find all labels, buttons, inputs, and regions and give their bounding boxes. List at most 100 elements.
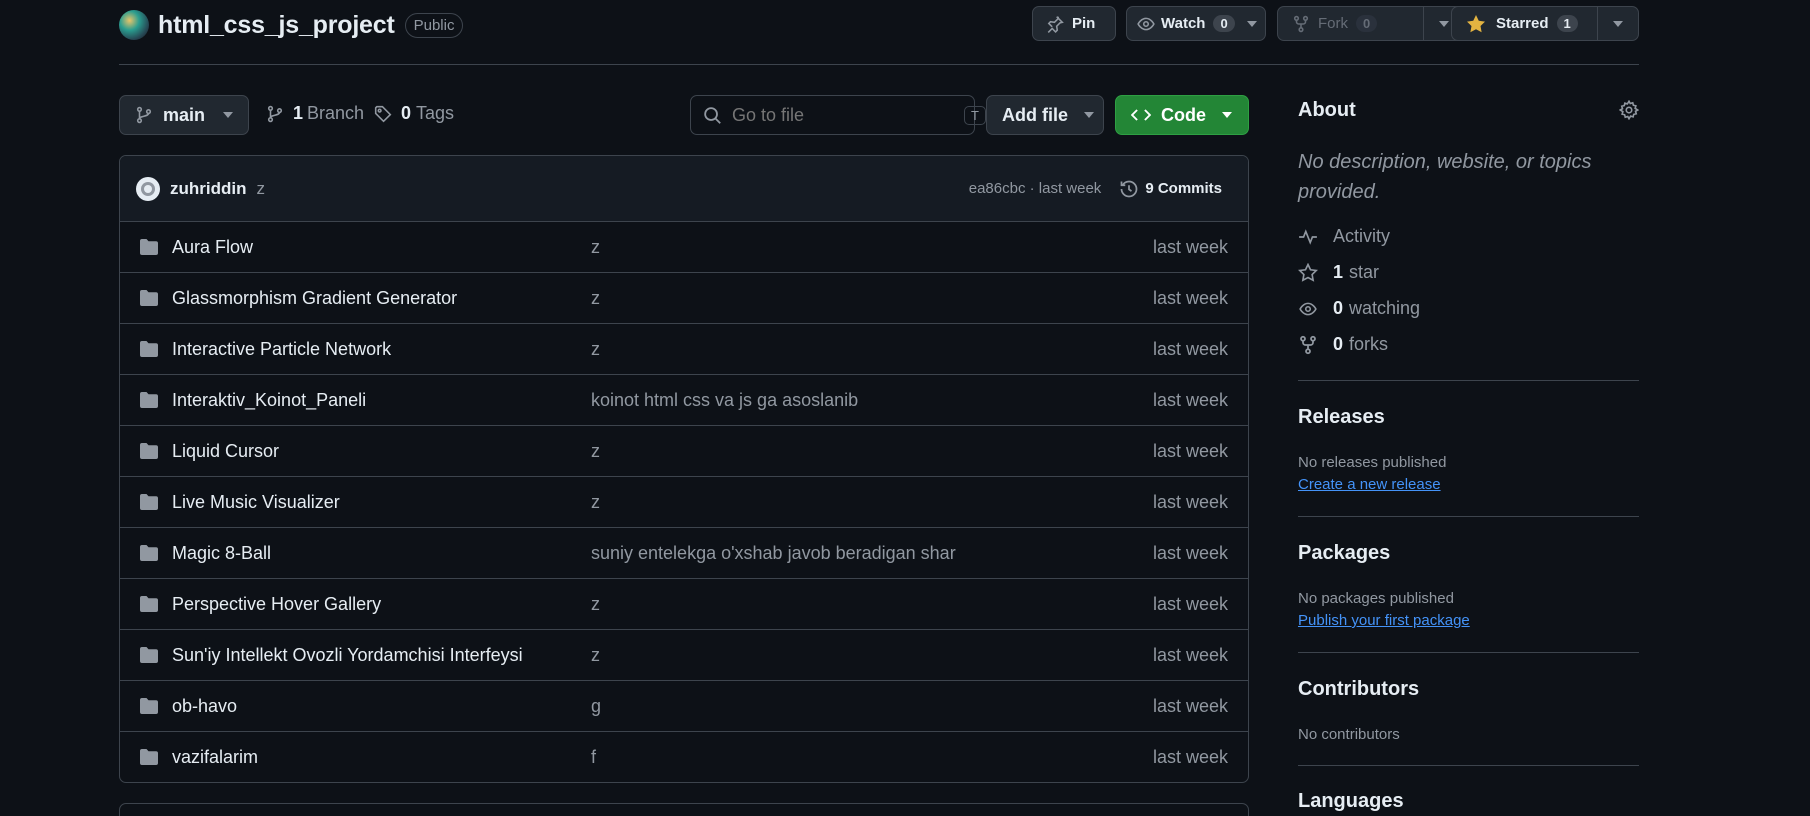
file-name[interactable]: ob-havo <box>172 696 237 717</box>
chevron-down-icon <box>1439 20 1449 27</box>
star-icon <box>1298 262 1318 283</box>
file-commit-message[interactable]: z <box>591 237 600 258</box>
activity-link[interactable]: Activity <box>1298 226 1390 247</box>
create-release-link[interactable]: Create a new release <box>1298 476 1441 493</box>
fork-icon <box>1292 15 1310 33</box>
add-file-button[interactable]: Add file <box>986 95 1104 135</box>
publish-package-link[interactable]: Publish your first package <box>1298 612 1470 629</box>
chevron-down-icon <box>223 112 234 118</box>
branch-label: Branch <box>307 103 365 123</box>
star-dropdown[interactable] <box>1598 7 1638 40</box>
folder-icon <box>139 748 159 766</box>
owner-avatar[interactable] <box>119 10 149 40</box>
branches-link[interactable]: 1 Branch <box>266 103 364 124</box>
file-row[interactable]: Glassmorphism Gradient Generator z last we… <box>120 273 1248 324</box>
commit-meta[interactable]: ea86cbc · last week <box>969 180 1102 197</box>
author-avatar[interactable] <box>136 176 160 201</box>
fork-label[interactable]: Fork <box>1318 15 1348 32</box>
file-commit-message[interactable]: g <box>591 696 601 717</box>
commit-author[interactable]: zuhriddin <box>170 179 246 199</box>
branch-icon <box>266 105 284 123</box>
code-button[interactable]: Code <box>1115 95 1249 135</box>
file-name[interactable]: Interaktiv_Koinot_Paneli <box>172 390 366 411</box>
packages-heading[interactable]: Packages <box>1298 542 1390 565</box>
file-timestamp: last week <box>1152 695 1228 716</box>
tag-count: 0 <box>401 103 412 123</box>
forks-link[interactable]: 0 forks <box>1298 334 1388 355</box>
watching-link[interactable]: 0 watching <box>1298 298 1420 319</box>
file-commit-message[interactable]: z <box>591 492 600 513</box>
file-timestamp: last week <box>1152 542 1228 563</box>
file-row[interactable]: Liquid Cursor z last week <box>120 426 1248 477</box>
file-commit-message[interactable]: f <box>591 747 596 768</box>
file-name[interactable]: Aura Flow <box>172 237 253 258</box>
branch-select[interactable]: main <box>119 95 249 135</box>
search-input[interactable] <box>732 104 964 126</box>
pin-button[interactable]: Pin <box>1032 6 1116 41</box>
file-timestamp: last week <box>1152 747 1228 767</box>
file-row[interactable]: Interactive Particle Network z last week <box>120 324 1248 375</box>
file-name[interactable]: vazifalarim <box>172 747 258 768</box>
star-count: 1 <box>1556 15 1578 32</box>
activity-label: Activity <box>1333 226 1391 246</box>
file-name[interactable]: Perspective Hover Gallery <box>172 594 381 615</box>
file-list: Aura Flow z last week Glassmorphism Gradien… <box>120 222 1248 782</box>
commit-message[interactable]: z <box>256 179 265 199</box>
file-row[interactable]: Interaktiv_Koinot_Paneli koinot html css … <box>120 375 1248 426</box>
contributors-empty: No contributors <box>1298 726 1400 743</box>
fork-count: 0 <box>1356 15 1378 32</box>
file-name[interactable]: Liquid Cursor <box>172 441 279 462</box>
file-commit-message[interactable]: z <box>591 441 600 462</box>
repo-header: html_css_js_project Public <box>119 8 464 42</box>
releases-heading[interactable]: Releases <box>1298 406 1385 429</box>
folder-icon <box>139 697 159 715</box>
file-name[interactable]: Magic 8-Ball <box>172 543 271 564</box>
commits-link[interactable]: 9 Commits <box>1145 180 1222 197</box>
branch-count: 1 <box>293 103 304 123</box>
stars-link[interactable]: 1 star <box>1298 262 1379 283</box>
file-name[interactable]: Interactive Particle Network <box>172 339 391 360</box>
gear-icon[interactable] <box>1619 100 1639 120</box>
file-timestamp: last week <box>1152 338 1228 359</box>
file-row[interactable]: vazifalarim f last week <box>120 732 1248 782</box>
file-row[interactable]: Perspective Hover Gallery z last week <box>120 579 1248 630</box>
star-button-group: Starred 1 <box>1451 6 1639 41</box>
chevron-down-icon[interactable] <box>1246 20 1257 27</box>
starred-label[interactable]: Starred <box>1496 15 1549 32</box>
fork-icon <box>1298 335 1318 355</box>
star-filled-icon <box>1466 14 1486 34</box>
readme-box <box>119 803 1249 816</box>
file-name[interactable]: Live Music Visualizer <box>172 492 340 513</box>
tags-link[interactable]: 0 Tags <box>374 103 454 124</box>
file-name[interactable]: Glassmorphism Gradient Generator <box>172 288 457 309</box>
forks-label: forks <box>1349 334 1389 354</box>
file-name[interactable]: Sun'iy Intellekt Ovozli Yordamchisi Inte… <box>172 645 523 666</box>
file-timestamp: last week <box>1152 287 1228 308</box>
code-label: Code <box>1161 104 1206 125</box>
folder-icon <box>139 442 159 460</box>
file-timestamp: last week <box>1152 593 1228 614</box>
file-row[interactable]: Sun'iy Intellekt Ovozli Yordamchisi Inte… <box>120 630 1248 681</box>
file-commit-message[interactable]: koinot html css va js ga asoslanib <box>591 390 858 411</box>
file-commit-message[interactable]: z <box>591 645 600 666</box>
file-commit-message[interactable]: z <box>591 339 600 360</box>
code-icon <box>1131 106 1151 124</box>
tag-icon <box>374 105 392 123</box>
contributors-heading[interactable]: Contributors <box>1298 678 1419 701</box>
file-row[interactable]: ob-havo g last week <box>120 681 1248 732</box>
watching-label: watching <box>1349 298 1421 318</box>
stars-count: 1 <box>1333 262 1344 282</box>
repo-name[interactable]: html_css_js_project <box>158 11 395 40</box>
file-commit-message[interactable]: z <box>591 288 600 309</box>
watch-button[interactable]: Watch 0 <box>1126 6 1266 41</box>
file-row[interactable]: Magic 8-Ball suniy entelekga o'xshab javo… <box>120 528 1248 579</box>
file-row[interactable]: Aura Flow z last week <box>120 222 1248 273</box>
file-commit-message[interactable]: suniy entelekga o'xshab javob beradigan … <box>591 543 956 564</box>
file-commit-message[interactable]: z <box>591 594 600 615</box>
chevron-down-icon <box>1084 112 1094 118</box>
go-to-file-search[interactable]: T <box>690 95 986 135</box>
add-file-label: Add file <box>1002 104 1068 125</box>
eye-icon <box>1298 300 1318 318</box>
folder-icon <box>139 238 159 256</box>
file-row[interactable]: Live Music Visualizer z last week <box>120 477 1248 528</box>
